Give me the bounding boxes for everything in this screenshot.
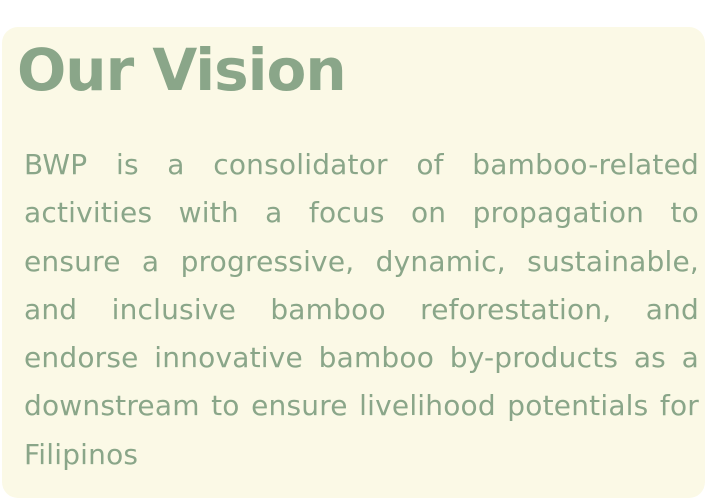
vision-card: Our Vision BWP is a consolidator of bamb… bbox=[2, 27, 705, 498]
vision-body-text: BWP is a consolidator of bamboo-related … bbox=[24, 148, 699, 471]
vision-title: Our Vision bbox=[17, 36, 347, 104]
